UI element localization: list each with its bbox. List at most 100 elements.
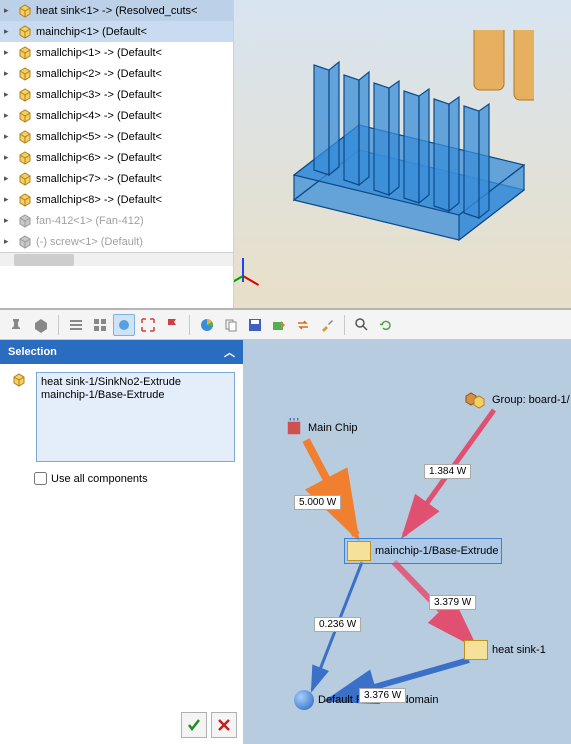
swap-icon[interactable] bbox=[292, 314, 314, 336]
tree-item[interactable]: ▸ (-) screw<1> (Default) bbox=[0, 231, 233, 252]
edge-value: 5.000 W bbox=[294, 495, 341, 510]
expand-arrow-icon[interactable]: ▸ bbox=[4, 110, 14, 121]
node-label: Main Chip bbox=[308, 422, 358, 434]
expand-arrow-icon[interactable]: ▸ bbox=[4, 68, 14, 79]
expand-arrow-icon[interactable]: ▸ bbox=[4, 152, 14, 163]
expand-arrow-icon[interactable]: ▸ bbox=[4, 47, 14, 58]
tree-item[interactable]: ▸ smallchip<7> -> (Default< bbox=[0, 168, 233, 189]
sphere-mode-icon[interactable] bbox=[113, 314, 135, 336]
cancel-button[interactable] bbox=[211, 712, 237, 738]
copy-icon[interactable] bbox=[220, 314, 242, 336]
tree-item-label: smallchip<7> -> (Default< bbox=[36, 173, 162, 185]
bottom-split: Selection ︿ heat sink-1/SinkNo2-Extrude … bbox=[0, 340, 571, 744]
tree-item-label: heat sink<1> -> (Resolved_cuts< bbox=[36, 5, 197, 17]
heatsink-model[interactable] bbox=[274, 30, 534, 260]
node-group[interactable]: Group: board-1/ bbox=[464, 390, 570, 410]
x-axis bbox=[243, 275, 260, 286]
node-main-chip[interactable]: Main Chip bbox=[284, 418, 358, 438]
tree-item-label: (-) screw<1> (Default) bbox=[36, 236, 143, 248]
flag-icon[interactable] bbox=[161, 314, 183, 336]
selection-title: Selection bbox=[8, 346, 57, 358]
edge-value: 1.384 W bbox=[424, 464, 471, 479]
tree-item[interactable]: ▸ fan-412<1> (Fan-412) bbox=[0, 210, 233, 231]
tree-item[interactable]: ▸ smallchip<6> -> (Default< bbox=[0, 147, 233, 168]
assembly-icon bbox=[17, 45, 33, 61]
use-all-row[interactable]: Use all components bbox=[8, 472, 235, 485]
assembly-icon bbox=[17, 171, 33, 187]
tree-item-label: smallchip<2> -> (Default< bbox=[36, 68, 162, 80]
tree-item-label: smallchip<8> -> (Default< bbox=[36, 194, 162, 206]
assembly-icon bbox=[17, 108, 33, 124]
grid-view-icon[interactable] bbox=[89, 314, 111, 336]
collapse-icon[interactable]: ︿ bbox=[224, 344, 235, 360]
3d-viewport[interactable] bbox=[234, 0, 571, 308]
tree-item[interactable]: ▸ heat sink<1> -> (Resolved_cuts< bbox=[0, 0, 233, 21]
fit-view-icon[interactable] bbox=[137, 314, 159, 336]
flux-diagram[interactable]: Main Chip Group: board-1/ mainchip-1/Bas… bbox=[244, 340, 571, 744]
brush-icon[interactable] bbox=[316, 314, 338, 336]
use-all-label: Use all components bbox=[51, 473, 148, 485]
z-axis bbox=[242, 258, 244, 282]
assembly-icon bbox=[17, 3, 33, 19]
source-icon bbox=[284, 418, 304, 438]
pin-tool-icon[interactable] bbox=[6, 314, 28, 336]
tag-tool-icon[interactable] bbox=[30, 314, 52, 336]
assembly-icon bbox=[17, 150, 33, 166]
top-split: ▸ heat sink<1> -> (Resolved_cuts< ▸ mainchi… bbox=[0, 0, 571, 310]
zoom-icon[interactable] bbox=[351, 314, 373, 336]
node-mainchip-extrude[interactable]: mainchip-1/Base-Extrude bbox=[344, 538, 502, 564]
toolbar bbox=[0, 310, 571, 340]
expand-arrow-icon[interactable]: ▸ bbox=[4, 5, 14, 16]
selection-header[interactable]: Selection ︿ bbox=[0, 340, 243, 364]
tree-item[interactable]: ▸ smallchip<2> -> (Default< bbox=[0, 63, 233, 84]
node-label: heat sink-1 bbox=[492, 644, 546, 656]
node-label: Group: board-1/ bbox=[492, 394, 570, 406]
selection-panel: Selection ︿ heat sink-1/SinkNo2-Extrude … bbox=[0, 340, 244, 744]
tree-item[interactable]: ▸ smallchip<4> -> (Default< bbox=[0, 105, 233, 126]
horizontal-scrollbar[interactable] bbox=[0, 252, 233, 266]
tree-item-label: smallchip<3> -> (Default< bbox=[36, 89, 162, 101]
tree-item-label: smallchip<1> -> (Default< bbox=[36, 47, 162, 59]
selection-item[interactable]: heat sink-1/SinkNo2-Extrude bbox=[41, 376, 230, 389]
export-icon[interactable] bbox=[268, 314, 290, 336]
node-heat-sink[interactable]: heat sink-1 bbox=[464, 640, 546, 660]
selection-list[interactable]: heat sink-1/SinkNo2-Extrude mainchip-1/B… bbox=[36, 372, 235, 462]
tree-item[interactable]: ▸ smallchip<3> -> (Default< bbox=[0, 84, 233, 105]
group-icon bbox=[464, 390, 488, 410]
feature-tree[interactable]: ▸ heat sink<1> -> (Resolved_cuts< ▸ mainchi… bbox=[0, 0, 234, 308]
tree-item-label: smallchip<4> -> (Default< bbox=[36, 110, 162, 122]
pie-chart-icon[interactable] bbox=[196, 314, 218, 336]
component-icon bbox=[11, 372, 27, 388]
expand-arrow-icon[interactable]: ▸ bbox=[4, 173, 14, 184]
tree-item[interactable]: ▸ smallchip<5> -> (Default< bbox=[0, 126, 233, 147]
tree-item[interactable]: ▸ smallchip<1> -> (Default< bbox=[0, 42, 233, 63]
ok-button[interactable] bbox=[181, 712, 207, 738]
refresh-icon[interactable] bbox=[375, 314, 397, 336]
assembly-icon bbox=[17, 234, 33, 250]
assembly-icon bbox=[17, 129, 33, 145]
list-view-icon[interactable] bbox=[65, 314, 87, 336]
selection-item[interactable]: mainchip-1/Base-Extrude bbox=[41, 389, 230, 402]
save-icon[interactable] bbox=[244, 314, 266, 336]
assembly-icon bbox=[17, 24, 33, 40]
tree-item[interactable]: ▸ mainchip<1> (Default< bbox=[0, 21, 233, 42]
expand-arrow-icon[interactable]: ▸ bbox=[4, 194, 14, 205]
node-label: mainchip-1/Base-Extrude bbox=[375, 545, 499, 557]
tree-item-label: smallchip<5> -> (Default< bbox=[36, 131, 162, 143]
edge-value: 3.379 W bbox=[429, 595, 476, 610]
use-all-checkbox[interactable] bbox=[34, 472, 47, 485]
expand-arrow-icon[interactable]: ▸ bbox=[4, 89, 14, 100]
solid-icon bbox=[347, 541, 371, 561]
assembly-icon bbox=[17, 192, 33, 208]
assembly-icon bbox=[17, 213, 33, 229]
tree-item-label: fan-412<1> (Fan-412) bbox=[36, 215, 144, 227]
tree-item-label: mainchip<1> (Default< bbox=[36, 26, 147, 38]
expand-arrow-icon[interactable]: ▸ bbox=[4, 131, 14, 142]
expand-arrow-icon[interactable]: ▸ bbox=[4, 215, 14, 226]
expand-arrow-icon[interactable]: ▸ bbox=[4, 236, 14, 247]
tree-item-label: smallchip<6> -> (Default< bbox=[36, 152, 162, 164]
tree-item[interactable]: ▸ smallchip<8> -> (Default< bbox=[0, 189, 233, 210]
edge-value: 0.236 W bbox=[314, 617, 361, 632]
expand-arrow-icon[interactable]: ▸ bbox=[4, 26, 14, 37]
assembly-icon bbox=[17, 66, 33, 82]
